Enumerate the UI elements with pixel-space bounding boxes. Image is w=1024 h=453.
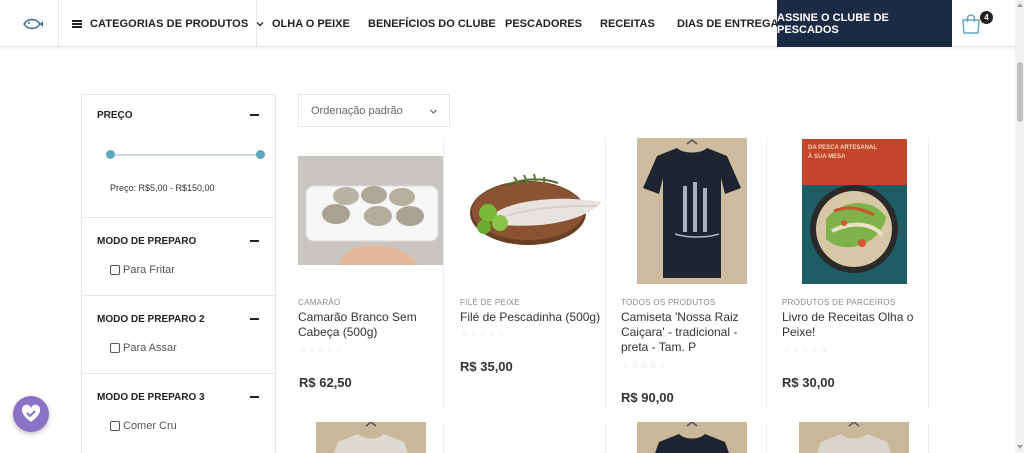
product-name[interactable]: Camarão Branco Sem Cabeça (500g) [298,310,417,340]
checkbox-label: Para Fritar [123,264,175,276]
grid-column-divider [928,138,929,408]
product-name-line: preta - Tam. P [621,340,697,354]
product-rating-stars: ☆☆☆☆☆ [783,345,829,355]
product-image-livro-receitas[interactable]: DA PESCA ARTESANAL À SUA MESA [802,139,907,284]
collapse-price-icon[interactable] [250,114,259,116]
product-image-row2[interactable] [799,422,909,453]
shirt-hanger-image [655,422,729,453]
collapse-modo-preparo-3-icon[interactable] [250,396,259,398]
product-category[interactable]: PRODUTOS DE PARCEIROS [782,298,896,307]
logo-divider [58,0,59,47]
checkbox-icon[interactable] [110,265,120,275]
shirt-hanger-image [817,422,891,453]
book-cover-subtitle: À SUA MESA [808,153,846,160]
nav-olha-o-peixe[interactable]: OLHA O PEIXE [272,0,350,47]
heart-check-icon [21,404,41,422]
cart-count-badge: 4 [980,11,993,24]
product-name-line: Caiçara' - tradicional - [621,325,738,339]
product-image-row2[interactable] [637,422,747,453]
modo-preparo-2-title: MODO DE PREPARO 2 [97,314,205,325]
sort-selected-value: Ordenação padrão [311,104,403,117]
product-price: R$ 35,00 [460,359,513,374]
hamburger-icon [72,19,82,28]
checkbox-icon[interactable] [110,421,120,431]
product-image-row2[interactable] [316,422,426,453]
product-name[interactable]: Livro de Receitas Olha o Peixe! [782,310,913,340]
filter-divider [82,295,275,296]
scroll-up-arrow-icon[interactable] [1016,1,1024,9]
modo-preparo-title: MODO DE PREPARO [97,236,197,247]
fish-fillet-image [470,173,602,245]
chevron-down-icon [430,109,437,114]
price-slider-min-handle[interactable] [106,150,115,159]
shopping-bag-icon[interactable] [960,13,982,35]
filters-sidebar: PREÇO Preço: R$5,00 - R$150,00 MODO DE P… [81,94,276,453]
product-name-line: Filé de Pescadinha (500g) [460,310,601,324]
sort-select[interactable]: Ordenação padrão [298,94,450,127]
product-rating-stars: ☆☆☆☆☆ [622,360,668,370]
product-category[interactable]: FILÉ DE PEIXE [460,298,520,307]
modo-preparo-3-title: MODO DE PREPARO 3 [97,392,205,403]
product-category[interactable]: TODOS OS PRODUTOS [621,298,716,307]
nav-dias-de-entrega[interactable]: DIAS DE ENTREGA [677,0,778,47]
grid-column-divider [928,422,929,453]
nav-receitas[interactable]: RECEITAS [600,0,655,47]
product-name[interactable]: Camiseta 'Nossa Raiz Caiçara' - tradicio… [621,310,739,355]
grid-column-divider [443,138,444,408]
product-image-file-pescadinha[interactable] [462,157,604,249]
tshirt-image [637,138,747,284]
checkbox-icon[interactable] [110,343,120,353]
categories-label: CATEGORIAS DE PRODUTOS [90,17,249,30]
categories-menu[interactable]: CATEGORIAS DE PRODUTOS [72,0,264,47]
checkbox-label: Comer Cru [123,420,177,432]
grid-column-divider [443,422,444,453]
nav-pescadores[interactable]: PESCADORES [505,0,582,47]
grid-column-divider [605,422,606,453]
scrollbar-thumb[interactable] [1017,62,1023,122]
collapse-modo-preparo-2-icon[interactable] [250,318,259,320]
shirt-hanger-image [334,422,408,453]
grid-column-divider [766,138,767,408]
shrimp-tray-image [298,156,443,265]
product-rating-stars: ☆☆☆☆☆ [461,329,507,339]
product-price: R$ 90,00 [621,390,674,405]
price-filter-title: PREÇO [97,110,133,121]
grid-column-divider [766,422,767,453]
product-name-line: Peixe! [782,325,816,339]
filter-divider [82,373,275,374]
subscribe-club-button[interactable]: ASSINE O CLUBE DE PESCADOS [777,0,952,47]
checkbox-para-assar[interactable]: Para Assar [110,342,177,354]
fish-logo-icon[interactable] [22,14,44,34]
product-name-line: Camiseta 'Nossa Raiz [621,310,739,324]
checkbox-comer-cru[interactable]: Comer Cru [110,420,177,432]
product-name-line: Livro de Receitas Olha o [782,310,914,324]
product-price: R$ 62,50 [299,375,352,390]
product-name-line: Cabeça (500g) [298,325,378,339]
collapse-modo-preparo-icon[interactable] [250,240,259,242]
site-header: CATEGORIAS DE PRODUTOS OLHA O PEIXE BENE… [0,0,1015,47]
recipe-book-cover-image: DA PESCA ARTESANAL À SUA MESA [802,139,907,284]
accessibility-widget-button[interactable] [13,396,49,432]
product-image-camiseta[interactable] [637,138,747,284]
grid-column-divider [605,138,606,408]
chevron-down-icon [256,21,264,26]
book-cover-title: DA PESCA ARTESANAL [808,145,877,151]
checkbox-para-fritar[interactable]: Para Fritar [110,264,175,276]
filter-divider [82,217,275,218]
scroll-down-arrow-icon[interactable] [1016,443,1024,451]
product-name-line: Camarão Branco Sem [298,310,417,324]
product-price: R$ 30,00 [782,375,835,390]
product-category[interactable]: CAMARÃO [298,298,341,307]
nav-beneficios-do-clube[interactable]: BENEFÍCIOS DO CLUBE [368,0,496,47]
categories-divider [256,0,257,47]
price-range-text: Preço: R$5,00 - R$150,00 [110,183,215,193]
price-slider-max-handle[interactable] [256,150,265,159]
checkbox-label: Para Assar [123,342,177,354]
product-image-camarao[interactable] [298,156,443,265]
product-name[interactable]: Filé de Pescadinha (500g) [460,310,600,325]
price-slider-track[interactable] [110,154,260,156]
product-rating-stars: ☆☆☆☆☆ [299,345,345,355]
